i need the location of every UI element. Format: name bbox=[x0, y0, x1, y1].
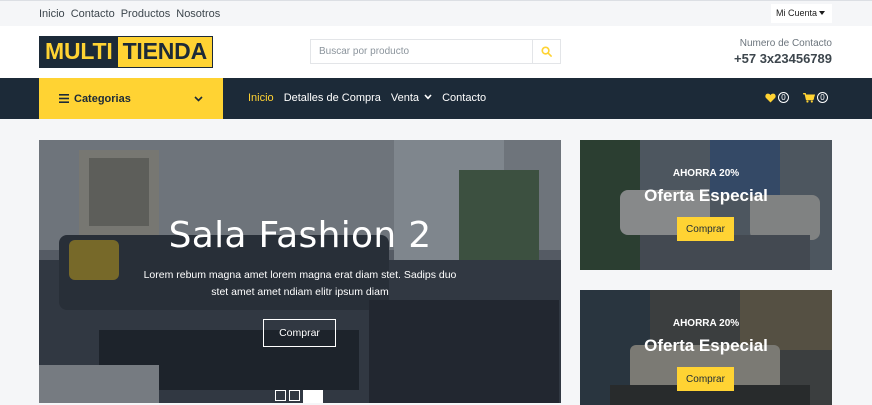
offer-title-1: Oferta Especial bbox=[644, 186, 768, 205]
top-links: Inicio Contacto Productos Nosotros bbox=[39, 8, 220, 20]
offer-save-2: AHORRA 20% bbox=[672, 318, 740, 329]
top-link-contacto[interactable]: Contacto bbox=[71, 8, 115, 20]
bars-icon bbox=[59, 94, 69, 103]
nav-links: Inicio Detalles de Compra Venta Contacto bbox=[248, 92, 486, 104]
search-icon bbox=[541, 46, 552, 57]
account-label: Mi Cuenta bbox=[776, 8, 818, 18]
carousel-dot-1[interactable] bbox=[275, 390, 286, 401]
cart-icon bbox=[803, 92, 815, 103]
nav-link-inicio[interactable]: Inicio bbox=[248, 92, 274, 104]
hero-buy-button[interactable]: Comprar bbox=[263, 319, 336, 347]
nav-link-contacto[interactable]: Contacto bbox=[442, 92, 486, 104]
logo-part2: TIENDA bbox=[117, 37, 212, 67]
nav-link-venta[interactable]: Venta bbox=[391, 92, 432, 104]
nav-icons: 0 0 bbox=[765, 92, 828, 103]
search-input[interactable] bbox=[311, 40, 532, 63]
wishlist-count: 0 bbox=[778, 92, 789, 103]
account-dropdown[interactable]: Mi Cuenta bbox=[771, 4, 832, 23]
cart-count: 0 bbox=[817, 92, 828, 103]
hero-title: Sala Fashion 2 bbox=[168, 215, 432, 256]
chevron-down-icon bbox=[194, 95, 203, 102]
top-bar: Inicio Contacto Productos Nosotros Mi Cu… bbox=[0, 0, 872, 26]
chevron-down-icon bbox=[424, 94, 432, 100]
contact-label: Numero de Contacto bbox=[739, 38, 832, 49]
top-link-productos[interactable]: Productos bbox=[121, 8, 171, 20]
carousel-indicators bbox=[275, 390, 323, 403]
contact-info: Numero de Contacto +57 3x23456789 bbox=[734, 38, 832, 66]
categories-toggle[interactable]: Categorias bbox=[39, 78, 223, 119]
offer-buy-button-2[interactable]: Comprar bbox=[677, 367, 734, 391]
carousel-dot-3[interactable] bbox=[303, 390, 323, 403]
heart-icon bbox=[765, 93, 776, 103]
top-link-inicio[interactable]: Inicio bbox=[39, 8, 65, 20]
offer-buy-button-1[interactable]: Comprar bbox=[677, 217, 734, 241]
wishlist-button[interactable]: 0 bbox=[765, 92, 789, 103]
offer-title-2: Oferta Especial bbox=[644, 336, 768, 355]
top-link-nosotros[interactable]: Nosotros bbox=[176, 8, 220, 20]
offer-card-2: AHORRA 20% Oferta Especial Comprar bbox=[580, 290, 832, 405]
nav-link-venta-label: Venta bbox=[390, 92, 420, 104]
hero-carousel: Sala Fashion 2 Lorem rebum magna amet lo… bbox=[39, 140, 561, 403]
hero-description: Lorem rebum magna amet lorem magna erat … bbox=[143, 269, 457, 298]
offer-card-1: AHORRA 20% Oferta Especial Comprar bbox=[580, 140, 832, 270]
contact-number: +57 3x23456789 bbox=[734, 51, 832, 66]
logo[interactable]: MULTI TIENDA bbox=[39, 36, 213, 68]
categories-label: Categorias bbox=[74, 92, 131, 105]
caret-down-icon bbox=[819, 11, 826, 15]
offer-save-1: AHORRA 20% bbox=[672, 168, 740, 179]
search-button[interactable] bbox=[532, 40, 560, 63]
cart-button[interactable]: 0 bbox=[803, 92, 828, 103]
navbar: Categorias Inicio Detalles de Compra Ven… bbox=[0, 78, 872, 119]
search-bar bbox=[310, 39, 561, 64]
header: MULTI TIENDA Numero de Contacto +57 3x23… bbox=[0, 26, 872, 78]
carousel-dot-2[interactable] bbox=[289, 390, 300, 401]
nav-link-detalles[interactable]: Detalles de Compra bbox=[284, 92, 381, 104]
logo-part1: MULTI bbox=[40, 37, 118, 67]
